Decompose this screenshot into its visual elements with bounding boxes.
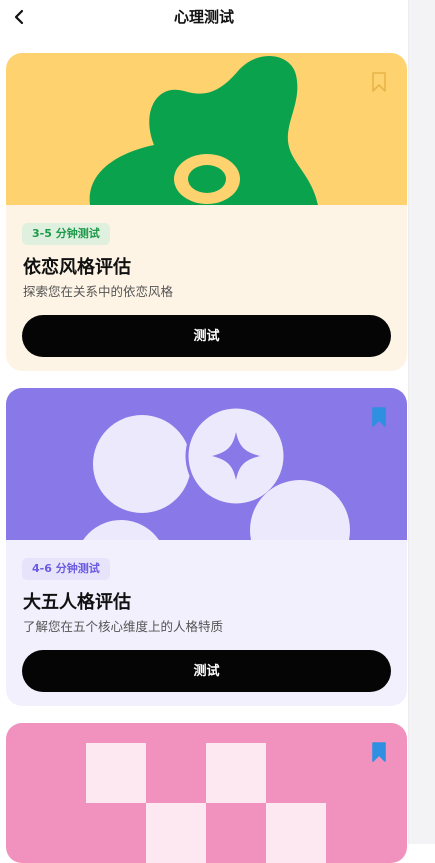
start-test-button[interactable]: 测试 bbox=[22, 315, 391, 357]
card-hero-image bbox=[6, 723, 407, 863]
flower-illustration bbox=[89, 56, 318, 205]
page-title: 心理测试 bbox=[173, 8, 234, 26]
card-body: 3-5 分钟测试 依恋风格评估 探索您在关系中的依恋风格 测试 bbox=[6, 205, 407, 371]
bookmark-filled-icon[interactable] bbox=[371, 406, 387, 428]
card-title: 大五人格评估 bbox=[23, 592, 131, 613]
card-hero-image bbox=[6, 388, 407, 540]
duration-badge: 3-5 分钟测试 bbox=[22, 223, 110, 245]
bookmark-outline-icon[interactable] bbox=[371, 71, 387, 93]
top-bar: 心理测试 bbox=[0, 0, 408, 40]
side-panel-edge bbox=[408, 0, 435, 844]
page: 心理测试 3-5 分钟测试 依恋风格评估 探索您在关系中的依恋风格 测试 4-6… bbox=[0, 0, 408, 863]
card-subtitle: 探索您在关系中的依恋风格 bbox=[23, 284, 174, 299]
start-test-button[interactable]: 测试 bbox=[22, 650, 391, 692]
duration-badge: 4-6 分钟测试 bbox=[22, 558, 110, 580]
test-card-third bbox=[6, 723, 407, 863]
checker-illustration bbox=[86, 743, 326, 863]
bookmark-filled-icon[interactable] bbox=[371, 741, 387, 763]
card-subtitle: 了解您在五个核心维度上的人格特质 bbox=[23, 619, 224, 634]
test-card-big-five: 4-6 分钟测试 大五人格评估 了解您在五个核心维度上的人格特质 测试 bbox=[6, 388, 407, 706]
card-hero-image bbox=[6, 53, 407, 205]
card-body: 4-6 分钟测试 大五人格评估 了解您在五个核心维度上的人格特质 测试 bbox=[6, 540, 407, 706]
circles-illustration bbox=[78, 405, 350, 540]
test-card-attachment: 3-5 分钟测试 依恋风格评估 探索您在关系中的依恋风格 测试 bbox=[6, 53, 407, 371]
card-title: 依恋风格评估 bbox=[23, 257, 131, 278]
